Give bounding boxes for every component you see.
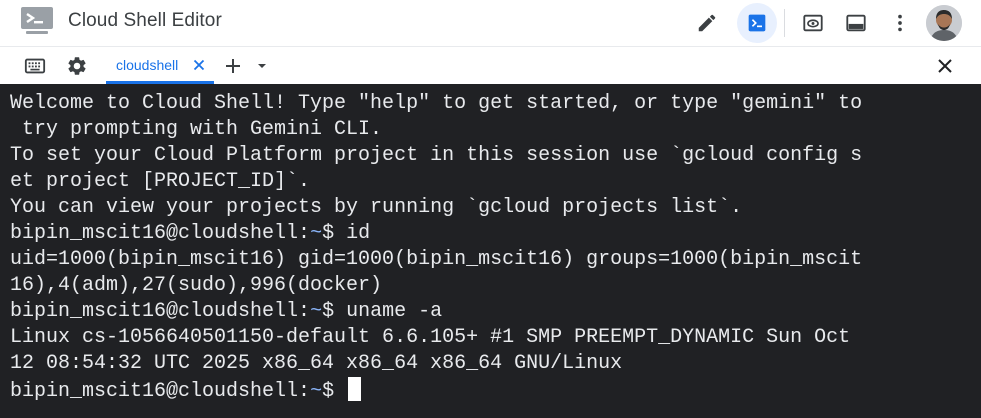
terminal-output-line: Welcome to Cloud Shell! Type "help" to g…	[10, 92, 863, 115]
terminal-tab-bar: cloudshell	[0, 46, 981, 84]
edit-button[interactable]	[687, 3, 727, 43]
panel-layout-button[interactable]	[836, 3, 876, 43]
toolbar-divider	[784, 9, 785, 37]
terminal-icon	[748, 14, 766, 32]
terminal-output-line: uid=1000(bipin_mscit16) gid=1000(bipin_m…	[10, 248, 863, 271]
prompt-user-host: bipin_mscit16@cloudshell:	[10, 222, 311, 245]
prompt-directory: ~	[310, 380, 323, 403]
terminal-output-line: You can view your projects by running `g…	[10, 196, 743, 219]
tab-cloudshell[interactable]: cloudshell	[106, 47, 214, 84]
terminal-output-line: To set your Cloud Platform project in th…	[10, 144, 863, 167]
tab-label: cloudshell	[116, 57, 179, 73]
prompt-symbol: $	[322, 300, 347, 323]
prompt-directory: ~	[310, 300, 323, 323]
tab-close-icon[interactable]	[191, 57, 207, 73]
keyboard-shortcuts-button[interactable]	[20, 51, 50, 81]
terminal-command: uname -a	[346, 300, 443, 323]
close-terminal-button[interactable]	[930, 51, 960, 81]
open-terminal-button[interactable]	[737, 3, 777, 43]
preview-icon	[803, 14, 823, 32]
title-bar: Cloud Shell Editor	[0, 0, 981, 46]
terminal-output-line: Linux cs-1056640501150-default 6.6.105+ …	[10, 326, 851, 349]
settings-icon	[68, 57, 86, 75]
terminal-prompt-line: bipin_mscit16@cloudshell:~$	[10, 377, 981, 403]
terminal-settings-button[interactable]	[62, 51, 92, 81]
cloud-shell-logo-icon	[21, 7, 53, 34]
prompt-directory: ~	[310, 222, 323, 245]
terminal-prompt-line: bipin_mscit16@cloudshell:~$ id	[10, 221, 981, 247]
terminal-output-line: 12 08:54:32 UTC 2025 x86_64 x86_64 x86_6…	[10, 352, 623, 375]
terminal-output-line: try prompting with Gemini CLI.	[10, 118, 383, 141]
prompt-symbol: $	[322, 380, 347, 403]
more-options-button[interactable]	[880, 3, 920, 43]
more-vert-icon	[898, 14, 902, 32]
user-avatar-icon	[926, 5, 962, 41]
prompt-user-host: bipin_mscit16@cloudshell:	[10, 380, 311, 403]
app-title: Cloud Shell Editor	[68, 10, 222, 31]
prompt-symbol: $	[322, 222, 347, 245]
avatar[interactable]	[926, 5, 962, 41]
web-preview-button[interactable]	[793, 3, 833, 43]
tab-dropdown-button[interactable]	[247, 51, 277, 81]
keyboard-icon	[24, 58, 46, 74]
close-icon	[938, 59, 952, 73]
terminal-prompt-line: bipin_mscit16@cloudshell:~$ uname -a	[10, 299, 981, 325]
new-tab-button[interactable]	[218, 51, 248, 81]
pencil-icon	[698, 14, 716, 32]
terminal-output-line: 16),4(adm),27(sudo),996(docker)	[10, 274, 383, 297]
panel-icon	[846, 14, 866, 32]
terminal-output[interactable]: Welcome to Cloud Shell! Type "help" to g…	[0, 84, 981, 418]
prompt-user-host: bipin_mscit16@cloudshell:	[10, 300, 311, 323]
plus-icon	[226, 59, 240, 73]
chevron-down-icon	[258, 64, 266, 68]
terminal-command: id	[346, 222, 371, 245]
terminal-cursor	[348, 377, 362, 401]
terminal-output-line: et project [PROJECT_ID]`.	[10, 170, 311, 193]
